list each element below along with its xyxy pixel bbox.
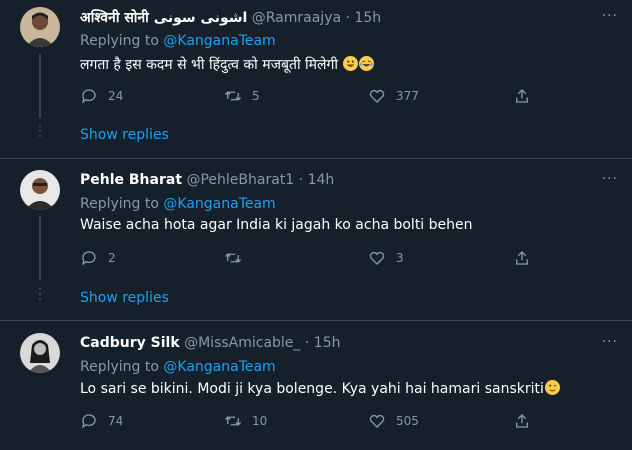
tweet-header: Pehle Bharat @PehleBharat1 · 14h [80, 172, 334, 188]
share-button[interactable] [513, 249, 541, 267]
tweet-text: Lo sari se bikini. Modi ji kya bolenge. … [80, 380, 560, 397]
retweet-button[interactable]: 5 [224, 87, 260, 105]
tweet-header: अश्विनी सोनी اشونی سونی @Ramraajya · 15h [80, 8, 381, 27]
like-count: 377 [396, 89, 419, 103]
tweet-text-body: लगता है इस कदम से भी हिंदुत्व को मजबूती … [80, 57, 339, 73]
like-count: 505 [396, 414, 419, 428]
avatar[interactable] [20, 333, 60, 373]
display-name[interactable]: Cadbury Silk [80, 335, 180, 351]
like-button[interactable]: 505 [368, 412, 419, 430]
laughing-tears-emoji [359, 56, 375, 71]
reply-icon [81, 251, 96, 266]
display-name[interactable]: Pehle Bharat [80, 172, 182, 188]
retweet-button[interactable] [224, 249, 252, 267]
like-button[interactable]: 3 [368, 249, 404, 267]
separator-dot: · [304, 335, 310, 351]
tweet-text-body: Lo sari se bikini. Modi ji kya bolenge. … [80, 381, 544, 397]
replying-to-line: Replying to @KanganaTeam [80, 359, 276, 375]
share-icon [516, 89, 528, 103]
timestamp[interactable]: 15h [354, 10, 381, 26]
winking-face-emoji [544, 380, 560, 395]
avatar[interactable] [20, 170, 60, 210]
retweet-icon [225, 91, 241, 101]
thread-line [39, 216, 41, 280]
thread-dots [38, 288, 42, 303]
separator-dot: · [345, 10, 350, 26]
reply-button[interactable]: 2 [80, 249, 116, 267]
replying-to-line: Replying to @KanganaTeam [80, 33, 276, 49]
show-replies-link[interactable]: Show replies [80, 127, 169, 143]
reply-count: 74 [108, 414, 124, 428]
tweet-text: Waise acha hota agar India ki jagah ko a… [80, 217, 473, 233]
tweet-actions: 24 5 377 [80, 87, 540, 109]
mention-link[interactable]: @KanganaTeam [163, 33, 275, 49]
divider [0, 320, 632, 321]
reply-icon [81, 414, 96, 429]
mention-link[interactable]: @KanganaTeam [163, 196, 275, 212]
timestamp[interactable]: 14h [308, 172, 335, 188]
share-icon [516, 251, 528, 265]
thread-dots [38, 125, 42, 140]
more-options-icon[interactable]: ··· [602, 334, 618, 350]
share-button[interactable] [513, 412, 541, 430]
user-handle[interactable]: @MissAmicable_ [184, 335, 300, 351]
divider [0, 158, 632, 159]
heart-icon [369, 251, 385, 265]
reply-button[interactable]: 24 [80, 87, 123, 105]
user-handle[interactable]: @PehleBharat1 [186, 172, 294, 188]
share-icon [516, 414, 528, 428]
reply-count: 24 [108, 89, 124, 103]
more-options-icon[interactable]: ··· [602, 171, 618, 187]
retweet-icon [225, 416, 241, 426]
retweet-button[interactable]: 10 [224, 412, 267, 430]
grinning-face-emoji [343, 56, 359, 71]
retweet-count: 10 [252, 414, 268, 428]
heart-icon [369, 89, 385, 103]
more-options-icon[interactable]: ··· [602, 8, 618, 24]
heart-icon [369, 414, 385, 428]
replying-to-label: Replying to [80, 196, 159, 212]
mention-link[interactable]: @KanganaTeam [163, 359, 275, 375]
thread-line [39, 54, 41, 118]
avatar[interactable] [20, 7, 60, 47]
tweet-text-body: Waise acha hota agar India ki jagah ko a… [80, 217, 473, 233]
retweet-icon [225, 253, 241, 263]
retweet-count: 5 [252, 89, 260, 103]
reply-count: 2 [108, 251, 116, 265]
tweet-header: Cadbury Silk @MissAmicable_ · 15h [80, 335, 340, 351]
user-handle[interactable]: @Ramraajya [252, 10, 341, 26]
reply-icon [81, 89, 96, 104]
replying-to-label: Replying to [80, 33, 159, 49]
like-count: 3 [396, 251, 404, 265]
tweet-actions: 2 3 [80, 249, 540, 271]
timestamp[interactable]: 15h [314, 335, 341, 351]
replying-to-label: Replying to [80, 359, 159, 375]
replying-to-line: Replying to @KanganaTeam [80, 196, 276, 212]
show-replies-link[interactable]: Show replies [80, 290, 169, 306]
share-button[interactable] [513, 87, 541, 105]
display-name[interactable]: अश्विनी सोनी اشونی سونی [80, 10, 247, 26]
tweet-text: लगता है इस कदम से भी हिंदुत्व को मजबूती … [80, 55, 375, 74]
separator-dot: · [298, 172, 304, 188]
like-button[interactable]: 377 [368, 87, 419, 105]
tweet-actions: 74 10 505 [80, 412, 540, 434]
reply-button[interactable]: 74 [80, 412, 123, 430]
